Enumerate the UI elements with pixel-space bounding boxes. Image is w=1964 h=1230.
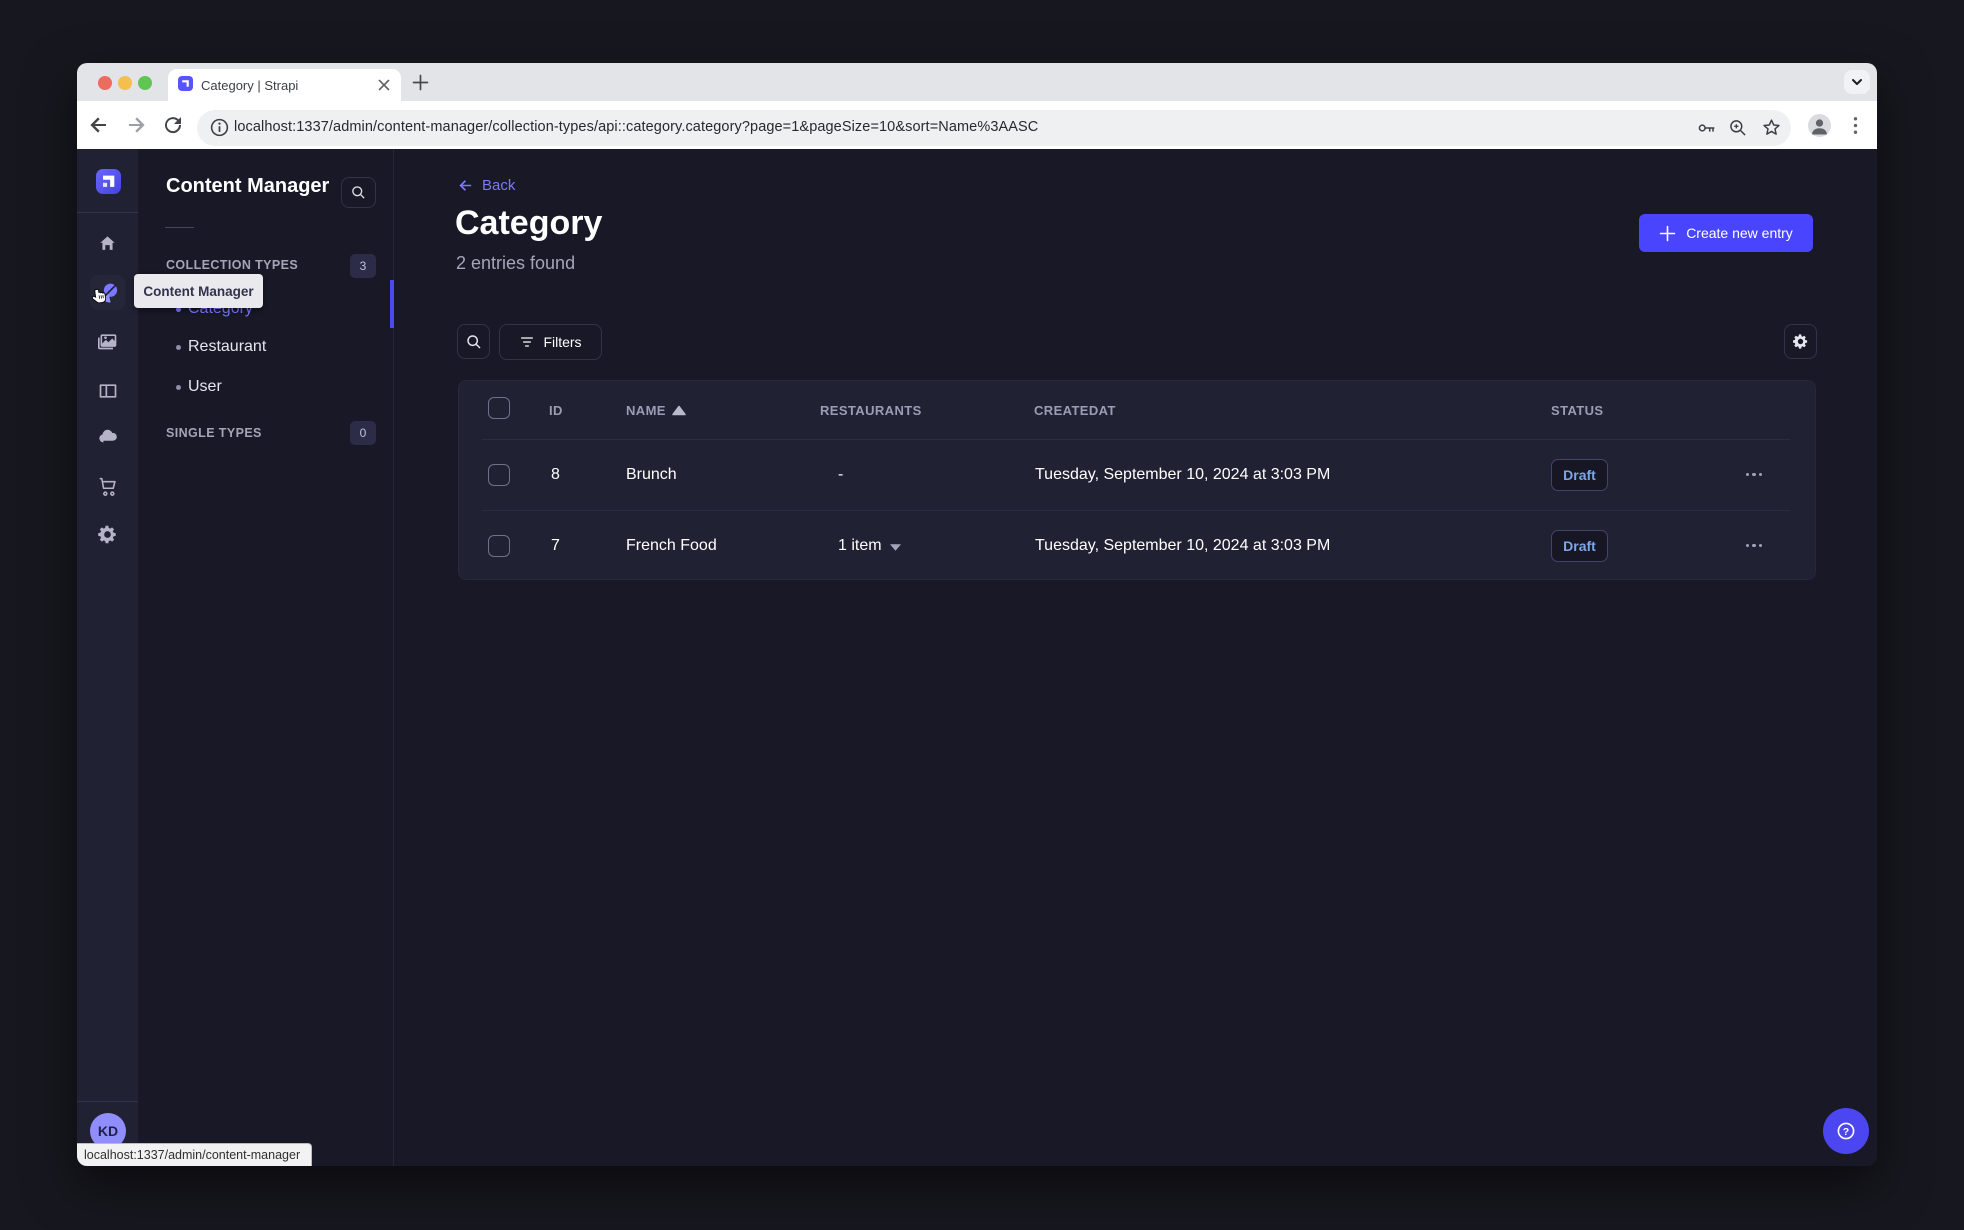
svg-text:?: ?	[1843, 1126, 1849, 1138]
